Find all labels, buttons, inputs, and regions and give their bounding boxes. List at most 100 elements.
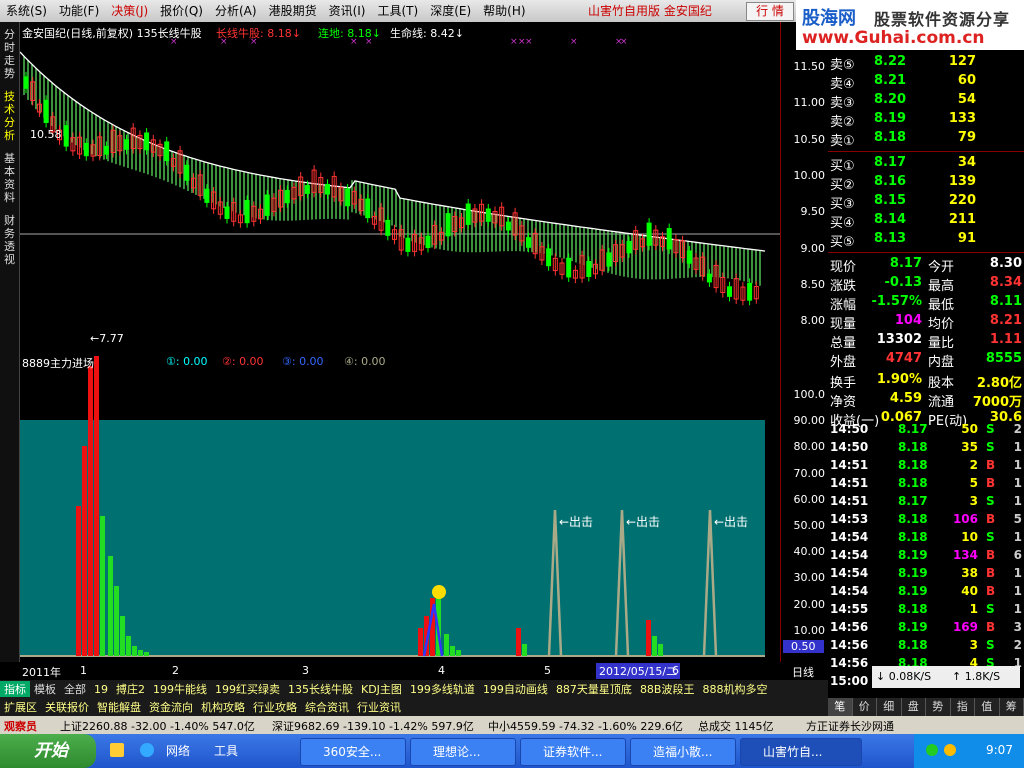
extension-tab[interactable]: 关联报价 [41, 699, 93, 715]
indicator-tab[interactable]: 135长线牛股 [284, 681, 357, 697]
indicator-tab[interactable]: KDJ主图 [357, 681, 406, 697]
logo-slogan: 股票软件资源分享 [874, 10, 1011, 29]
indicator-tab[interactable]: 199红买绿卖 [211, 681, 284, 697]
right-tab[interactable]: 指 [951, 698, 975, 716]
extension-tab[interactable]: 智能解盘 [93, 699, 145, 715]
side-tabs: 分时走势技术分析基本资料财务透视 [0, 22, 20, 662]
menu-item[interactable]: 报价(Q) [154, 0, 209, 22]
tray-icon[interactable] [944, 744, 956, 756]
tick-row: 14:55 8.18 1 S 1 [828, 602, 1024, 620]
indicator-value-1: ①: 0.00 [166, 355, 208, 368]
right-tab[interactable]: 细 [877, 698, 902, 716]
indicator-tab[interactable]: 搏庄2 [112, 681, 149, 697]
stat-label: 均价 [928, 317, 955, 332]
ie-icon[interactable] [140, 743, 154, 757]
menu-item[interactable]: 功能(F) [53, 0, 105, 22]
tick-time: 14:53 [830, 512, 869, 526]
extension-tab[interactable]: 机构攻略 [197, 699, 249, 715]
start-button[interactable]: 开始 [0, 734, 96, 768]
stat-label: 股本 [928, 376, 955, 391]
right-tab[interactable]: 筹 [1000, 698, 1024, 716]
menu-item[interactable]: 分析(A) [209, 0, 263, 22]
side-tab[interactable]: 基本资料 [2, 152, 17, 204]
kline-chart[interactable]: × × × × × × × × × ×× [20, 22, 780, 352]
side-tab[interactable]: 财务透视 [2, 214, 17, 266]
right-tab[interactable]: 笔 [828, 698, 853, 716]
extension-tab[interactable]: 资金流向 [145, 699, 197, 715]
price-tick: 8.00 [800, 314, 826, 328]
tick-time: 14:51 [830, 458, 869, 472]
indicator-bar [456, 650, 461, 656]
taskbar-button[interactable]: 理想论... [410, 738, 516, 766]
menu-item[interactable]: 帮助(H) [477, 0, 531, 22]
candle-body [385, 219, 391, 236]
indicator-tab[interactable]: 199自动画线 [479, 681, 552, 697]
extension-tab[interactable]: 扩展区 [0, 699, 41, 715]
indicator-tab[interactable]: 88B波段王 [636, 681, 699, 697]
period-label[interactable]: 日线 [792, 664, 814, 680]
indicator-tab[interactable]: 888机构多空 [698, 681, 771, 697]
indicator-tab[interactable]: 199多线轨道 [406, 681, 479, 697]
indicator-tick: 100.0 [793, 388, 826, 401]
candle-body [284, 189, 290, 204]
quote-button[interactable]: 行 情 [746, 2, 794, 21]
indicator-bar [418, 628, 423, 656]
indicator-tab[interactable]: 指标 [0, 681, 30, 697]
quote-price: 8.17 [874, 155, 907, 170]
signal-marker: × [570, 37, 578, 47]
side-tab[interactable]: 技术分析 [2, 90, 17, 142]
stat-value: 1.11 [989, 332, 1022, 347]
quote-row: 买② 8.16 139 [828, 174, 1024, 193]
quote-volume: 139 [948, 174, 976, 189]
quote-panel: 卖⑤ 8.22 127 卖④ 8.21 60 卖③ 8.20 54 卖② 8.19 133 卖① 8.18… [828, 50, 1024, 429]
taskbar-button[interactable]: 360安全... [300, 738, 406, 766]
stat-value: 8.30 [989, 256, 1022, 271]
menu-item[interactable]: 工具(T) [371, 0, 424, 22]
tick-side: B [986, 458, 996, 472]
quote-price: 8.20 [874, 92, 907, 107]
indicator-value-2: ②: 0.00 [222, 355, 264, 368]
tick-row: 14:51 8.18 5 B 1 [828, 476, 1024, 494]
indicator-chart[interactable]: ←出击 ←出击 ←出击 [20, 352, 780, 662]
quote-row: 买① 8.17 34 [828, 155, 1024, 174]
candle-body [606, 252, 612, 267]
right-tab[interactable]: 盘 [902, 698, 926, 716]
tick-volume: 169 [952, 620, 978, 634]
right-tab[interactable]: 价 [853, 698, 877, 716]
indicator-bar [646, 620, 651, 656]
menu-item[interactable]: 系统(S) [0, 0, 53, 22]
quote-label: 买④ [830, 216, 855, 231]
candle-body [425, 235, 431, 249]
show-desktop-icon[interactable] [110, 743, 124, 757]
quick-network[interactable]: 网络 [166, 742, 190, 759]
taskbar-button[interactable]: 证券软件... [520, 738, 626, 766]
menu-item[interactable]: 决策(J) [105, 0, 154, 22]
indicator-tab[interactable]: 模板 [30, 681, 60, 697]
quote-label: 买① [830, 159, 855, 174]
right-tab[interactable]: 值 [975, 698, 1000, 716]
extension-tab[interactable]: 行业资讯 [353, 699, 405, 715]
candle-body [164, 141, 170, 162]
candle-body [304, 185, 310, 194]
taskbar-button[interactable]: 造福小散... [630, 738, 736, 766]
signal-marker: × [525, 37, 533, 47]
taskbar-button[interactable]: 山害竹自... [740, 738, 862, 766]
right-tab[interactable]: 势 [926, 698, 951, 716]
side-tab[interactable]: 分时走势 [2, 28, 17, 80]
stat-value: -1.57% [871, 294, 923, 309]
menu-item[interactable]: 资讯(I) [323, 0, 372, 22]
menu-item[interactable]: 深度(E) [424, 0, 477, 22]
menu-item[interactable]: 港股期货 [263, 0, 323, 22]
indicator-tab[interactable]: 19 [90, 683, 112, 696]
indicator-bar [658, 644, 663, 656]
price-tick: 11.00 [793, 96, 826, 110]
indicator-tab[interactable]: 887天量星顶底 [552, 681, 636, 697]
tray-icon[interactable] [926, 744, 938, 756]
extension-tab[interactable]: 综合资讯 [301, 699, 353, 715]
indicator-tab[interactable]: 199牛能线 [149, 681, 211, 697]
tick-volume: 50 [961, 422, 978, 436]
quote-stat-row: 涨跌 -0.13 最高 8.34 [828, 275, 1024, 294]
extension-tab[interactable]: 行业攻略 [249, 699, 301, 715]
indicator-tab[interactable]: 全部 [60, 681, 90, 697]
quick-tools[interactable]: 工具 [214, 742, 238, 759]
